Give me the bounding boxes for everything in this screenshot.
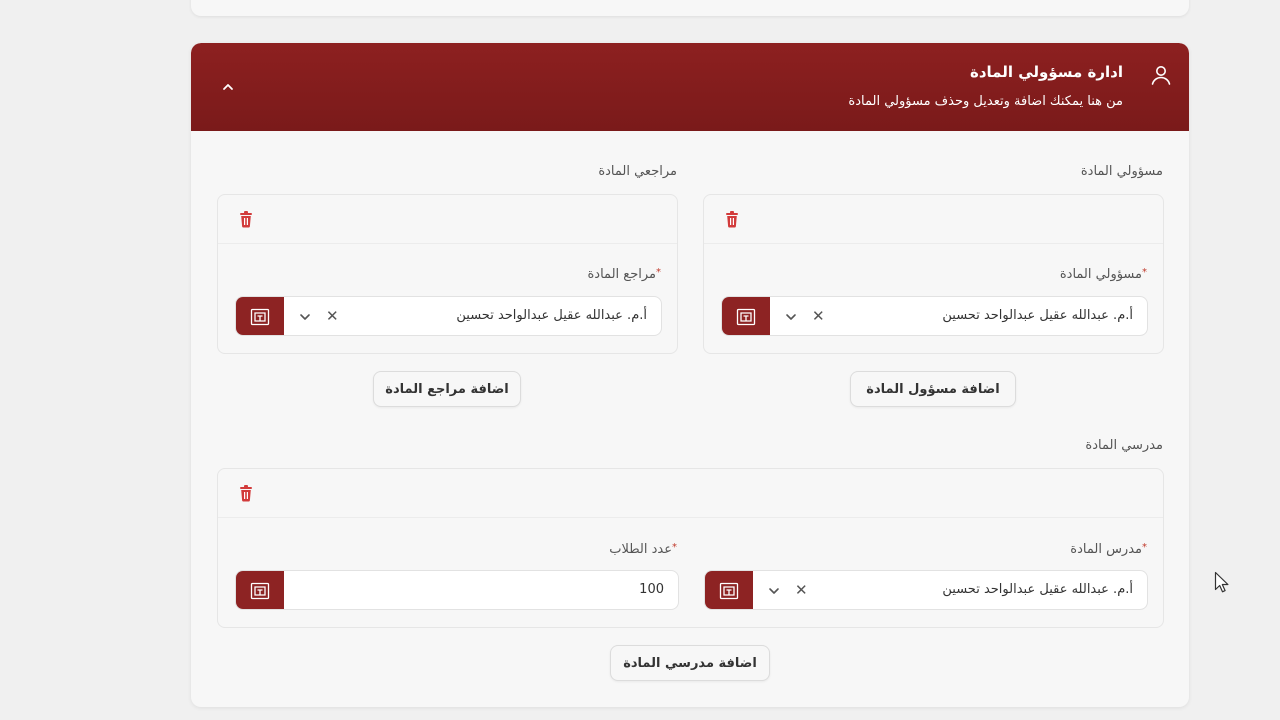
- students-field-label: *عدد الطلاب: [609, 542, 677, 557]
- teachers-section-label: مدرسي المادة: [1085, 438, 1163, 453]
- reviewers-section-label: مراجعي المادة: [598, 164, 677, 179]
- add-official-button[interactable]: اضافة مسؤول المادة: [850, 371, 1016, 407]
- trash-icon[interactable]: [237, 484, 255, 502]
- add-reviewer-button[interactable]: اضافة مراجع المادة: [373, 371, 521, 407]
- required-mark: *: [1142, 542, 1147, 553]
- students-lookup-button[interactable]: [236, 571, 284, 609]
- chevron-up-icon[interactable]: [217, 76, 239, 98]
- students-count-value: 100: [639, 582, 664, 597]
- officials-panel: ادارة مسؤولي المادة من هنا يمكنك اضافة و…: [191, 43, 1189, 707]
- teacher-lookup-button[interactable]: [705, 571, 753, 609]
- official-field-label-text: مسؤولي المادة: [1059, 267, 1142, 282]
- chevron-down-icon[interactable]: [298, 310, 312, 324]
- box-divider: [218, 243, 677, 244]
- previous-card: [191, 0, 1189, 16]
- box-divider: [704, 243, 1163, 244]
- reviewer-field-label-text: مراجع المادة: [587, 267, 657, 282]
- required-mark: *: [672, 542, 677, 553]
- reviewers-box: *مراجع المادة ✕ أ.م. عبدالله عقيل عبدالو…: [217, 194, 678, 354]
- teacher-select-value: أ.م. عبدالله عقيل عبدالواحد تحسين: [942, 582, 1133, 597]
- official-field-label: *مسؤولي المادة: [1060, 267, 1147, 282]
- trash-icon[interactable]: [723, 210, 741, 228]
- required-mark: *: [656, 267, 661, 278]
- official-lookup-button[interactable]: [722, 297, 770, 335]
- trash-icon[interactable]: [237, 210, 255, 228]
- teacher-field-label-text: مدرس المادة: [1070, 542, 1142, 557]
- add-teacher-button[interactable]: اضافة مدرسي المادة: [610, 645, 770, 681]
- reviewer-select[interactable]: ✕ أ.م. عبدالله عقيل عبدالواحد تحسين: [235, 296, 662, 336]
- officials-box: *مسؤولي المادة ✕ أ.م. عبدالله عقيل عبدال…: [703, 194, 1164, 354]
- students-field-label-text: عدد الطلاب: [609, 542, 672, 557]
- reviewer-field-label: *مراجع المادة: [588, 267, 662, 282]
- mouse-cursor-icon: [1214, 571, 1229, 593]
- chevron-down-icon[interactable]: [767, 584, 781, 598]
- user-icon: [1151, 66, 1171, 85]
- clear-icon[interactable]: ✕: [795, 581, 808, 599]
- lookup-icon: [250, 308, 270, 326]
- box-divider: [218, 517, 1163, 518]
- teacher-field-label: *مدرس المادة: [1070, 542, 1147, 557]
- teachers-box: *مدرس المادة ✕ أ.م. عبدالله عقيل عبدالوا…: [217, 468, 1164, 628]
- lookup-icon: [250, 582, 270, 600]
- clear-icon[interactable]: ✕: [812, 307, 825, 325]
- official-select-value: أ.م. عبدالله عقيل عبدالواحد تحسين: [942, 308, 1133, 323]
- official-select[interactable]: ✕ أ.م. عبدالله عقيل عبدالواحد تحسين: [721, 296, 1148, 336]
- officials-section-label: مسؤولي المادة: [1080, 164, 1163, 179]
- clear-icon[interactable]: ✕: [326, 307, 339, 325]
- chevron-down-icon[interactable]: [784, 310, 798, 324]
- lookup-icon: [736, 308, 756, 326]
- teacher-select[interactable]: ✕ أ.م. عبدالله عقيل عبدالواحد تحسين: [704, 570, 1148, 610]
- reviewer-select-value: أ.م. عبدالله عقيل عبدالواحد تحسين: [456, 308, 647, 323]
- panel-subtitle: من هنا يمكنك اضافة وتعديل وحذف مسؤولي ال…: [848, 94, 1123, 109]
- required-mark: *: [1142, 267, 1147, 278]
- panel-title: ادارة مسؤولي المادة: [969, 63, 1123, 81]
- reviewer-lookup-button[interactable]: [236, 297, 284, 335]
- lookup-icon: [719, 582, 739, 600]
- panel-header: ادارة مسؤولي المادة من هنا يمكنك اضافة و…: [191, 43, 1189, 131]
- students-count-input[interactable]: 100: [235, 570, 679, 610]
